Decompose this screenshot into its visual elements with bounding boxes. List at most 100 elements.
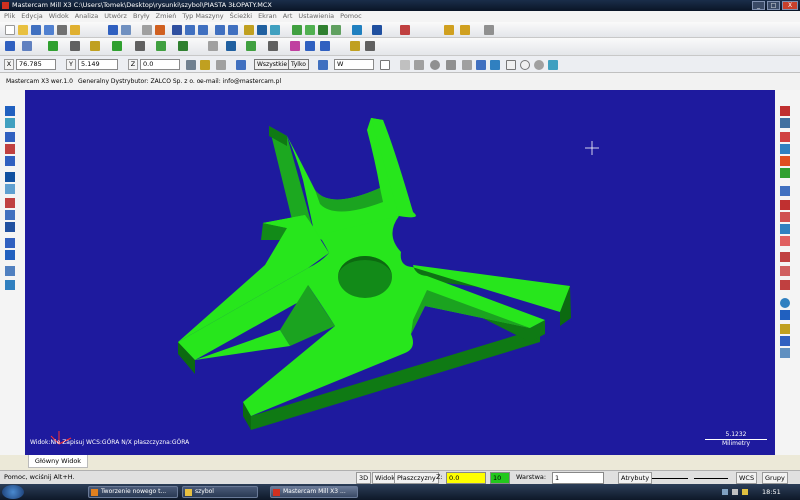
x-coordinate-field[interactable]: 76.785 bbox=[16, 59, 56, 70]
cube-select-icon[interactable] bbox=[414, 60, 424, 70]
undo-icon[interactable] bbox=[108, 25, 118, 35]
arc-icon[interactable] bbox=[5, 132, 15, 142]
shaded-icon[interactable] bbox=[318, 25, 328, 35]
back-select-icon[interactable] bbox=[490, 60, 500, 70]
star-icon[interactable] bbox=[22, 41, 32, 51]
arrow-down-icon[interactable] bbox=[5, 144, 15, 154]
3d-toggle-button[interactable]: 3D bbox=[356, 472, 372, 484]
xform-icon[interactable] bbox=[208, 41, 218, 51]
vertex-select-icon[interactable] bbox=[476, 60, 486, 70]
body-select-icon[interactable] bbox=[430, 60, 440, 70]
verify-toolpath-icon[interactable] bbox=[780, 236, 790, 246]
table-view-icon[interactable] bbox=[5, 266, 15, 276]
chamfer-icon[interactable] bbox=[156, 41, 166, 51]
close-button[interactable]: X bbox=[782, 1, 798, 10]
art-icon[interactable] bbox=[780, 348, 790, 358]
help-icon[interactable] bbox=[70, 25, 80, 35]
tab-main-view[interactable]: Główny Widok bbox=[28, 455, 88, 468]
solid-box-icon[interactable] bbox=[5, 222, 15, 232]
level-icon[interactable] bbox=[350, 41, 360, 51]
level-field[interactable]: 1 bbox=[552, 472, 604, 484]
save-view-icon[interactable] bbox=[780, 132, 790, 142]
clock[interactable]: 18:51 bbox=[762, 484, 781, 500]
block-icon[interactable] bbox=[5, 118, 15, 128]
fillet-icon[interactable] bbox=[135, 41, 145, 51]
toolpath-icon[interactable] bbox=[400, 25, 410, 35]
menu-widok[interactable]: Widok bbox=[49, 11, 69, 22]
unzoom-icon[interactable] bbox=[228, 25, 238, 35]
menu-utworz[interactable]: Utwórz bbox=[104, 11, 127, 22]
line-style-select[interactable] bbox=[652, 472, 688, 479]
zoom-window-icon[interactable] bbox=[172, 25, 182, 35]
machine-icon[interactable] bbox=[780, 168, 790, 178]
save-icon[interactable] bbox=[31, 25, 41, 35]
trim-icon[interactable] bbox=[268, 41, 278, 51]
rotate-xform-icon[interactable] bbox=[246, 41, 256, 51]
menu-zmien[interactable]: Zmień bbox=[156, 11, 177, 22]
tool-table-icon[interactable] bbox=[780, 212, 790, 222]
menu-ustawienia[interactable]: Ustawienia bbox=[298, 11, 334, 22]
circle-icon[interactable] bbox=[90, 41, 100, 51]
taskbar-item-mastercam[interactable]: Mastercam Mill X3 ... bbox=[270, 486, 358, 498]
brush-icon[interactable] bbox=[484, 25, 494, 35]
attributes-button[interactable]: Atrybuty bbox=[618, 472, 653, 484]
zoom-target-icon[interactable] bbox=[185, 25, 195, 35]
color-field[interactable]: 10 bbox=[490, 472, 510, 484]
start-button[interactable] bbox=[2, 485, 24, 499]
iso-view-icon[interactable] bbox=[292, 25, 302, 35]
globe-icon[interactable] bbox=[372, 25, 382, 35]
layer-icon[interactable] bbox=[5, 250, 15, 260]
post-icon[interactable] bbox=[780, 252, 790, 262]
setup-sheet-icon[interactable] bbox=[780, 280, 790, 290]
box-view-icon[interactable] bbox=[5, 172, 15, 182]
graphics-viewport[interactable]: Widok:Nie Zapisuj WCS:GÓRA N/X płaszczyz… bbox=[25, 90, 775, 455]
fit-icon[interactable] bbox=[155, 25, 165, 35]
extrude-icon[interactable] bbox=[178, 41, 188, 51]
point-icon[interactable] bbox=[48, 41, 58, 51]
lathe-icon[interactable] bbox=[780, 310, 790, 320]
tray-icon[interactable] bbox=[742, 489, 748, 495]
stack-icon[interactable] bbox=[780, 156, 790, 166]
list-icon[interactable] bbox=[365, 41, 375, 51]
volume-icon[interactable] bbox=[732, 489, 738, 495]
selection-grid-icon[interactable] bbox=[548, 60, 558, 70]
y-coordinate-field[interactable]: 5.149 bbox=[78, 59, 118, 70]
z-depth-field[interactable]: 0.0 bbox=[446, 472, 486, 484]
cylinder-icon[interactable] bbox=[5, 184, 15, 194]
chain-icon[interactable] bbox=[400, 60, 410, 70]
no-icon[interactable] bbox=[520, 60, 530, 70]
menu-ekran[interactable]: Ekran bbox=[258, 11, 277, 22]
network-icon[interactable] bbox=[722, 489, 728, 495]
arrow-icon[interactable] bbox=[318, 60, 328, 70]
menu-bryly[interactable]: Bryły bbox=[133, 11, 150, 22]
groups-button[interactable]: Grupy bbox=[762, 472, 788, 484]
menu-typ-maszyny[interactable]: Typ Maszyny bbox=[182, 11, 223, 22]
menu-edycja[interactable]: Edycja bbox=[21, 11, 42, 22]
cut-icon[interactable] bbox=[5, 198, 15, 208]
operations-icon[interactable] bbox=[780, 186, 790, 196]
new-file-icon[interactable] bbox=[5, 25, 15, 35]
zoom-out-icon[interactable] bbox=[215, 25, 225, 35]
save-as-icon[interactable] bbox=[44, 25, 54, 35]
solid-icon[interactable] bbox=[331, 25, 341, 35]
print-icon[interactable] bbox=[57, 25, 67, 35]
taskbar-item-browser[interactable]: Tworzenie nowego t... bbox=[88, 486, 178, 498]
grid-icon[interactable] bbox=[320, 41, 330, 51]
snap-icon[interactable] bbox=[216, 60, 226, 70]
drafting-icon[interactable] bbox=[460, 25, 470, 35]
redo-icon[interactable] bbox=[121, 25, 131, 35]
boolean-icon[interactable] bbox=[5, 210, 15, 220]
backplot-icon[interactable] bbox=[780, 224, 790, 234]
tree-icon[interactable] bbox=[780, 118, 790, 128]
planes-button[interactable]: Płaszczyzny bbox=[394, 472, 439, 484]
sheet-icon[interactable] bbox=[5, 280, 15, 290]
flow-icon[interactable] bbox=[780, 144, 790, 154]
menu-analiza[interactable]: Analiza bbox=[75, 11, 99, 22]
taskbar-item-folder[interactable]: szybol bbox=[182, 486, 258, 498]
dimension-icon[interactable] bbox=[290, 41, 300, 51]
wcs-button[interactable]: WCS bbox=[736, 472, 758, 484]
wire-icon[interactable] bbox=[780, 336, 790, 346]
menu-sciezki[interactable]: Ścieżki bbox=[230, 11, 253, 22]
menu-art[interactable]: Art bbox=[283, 11, 293, 22]
selection-box-icon[interactable] bbox=[380, 60, 390, 70]
